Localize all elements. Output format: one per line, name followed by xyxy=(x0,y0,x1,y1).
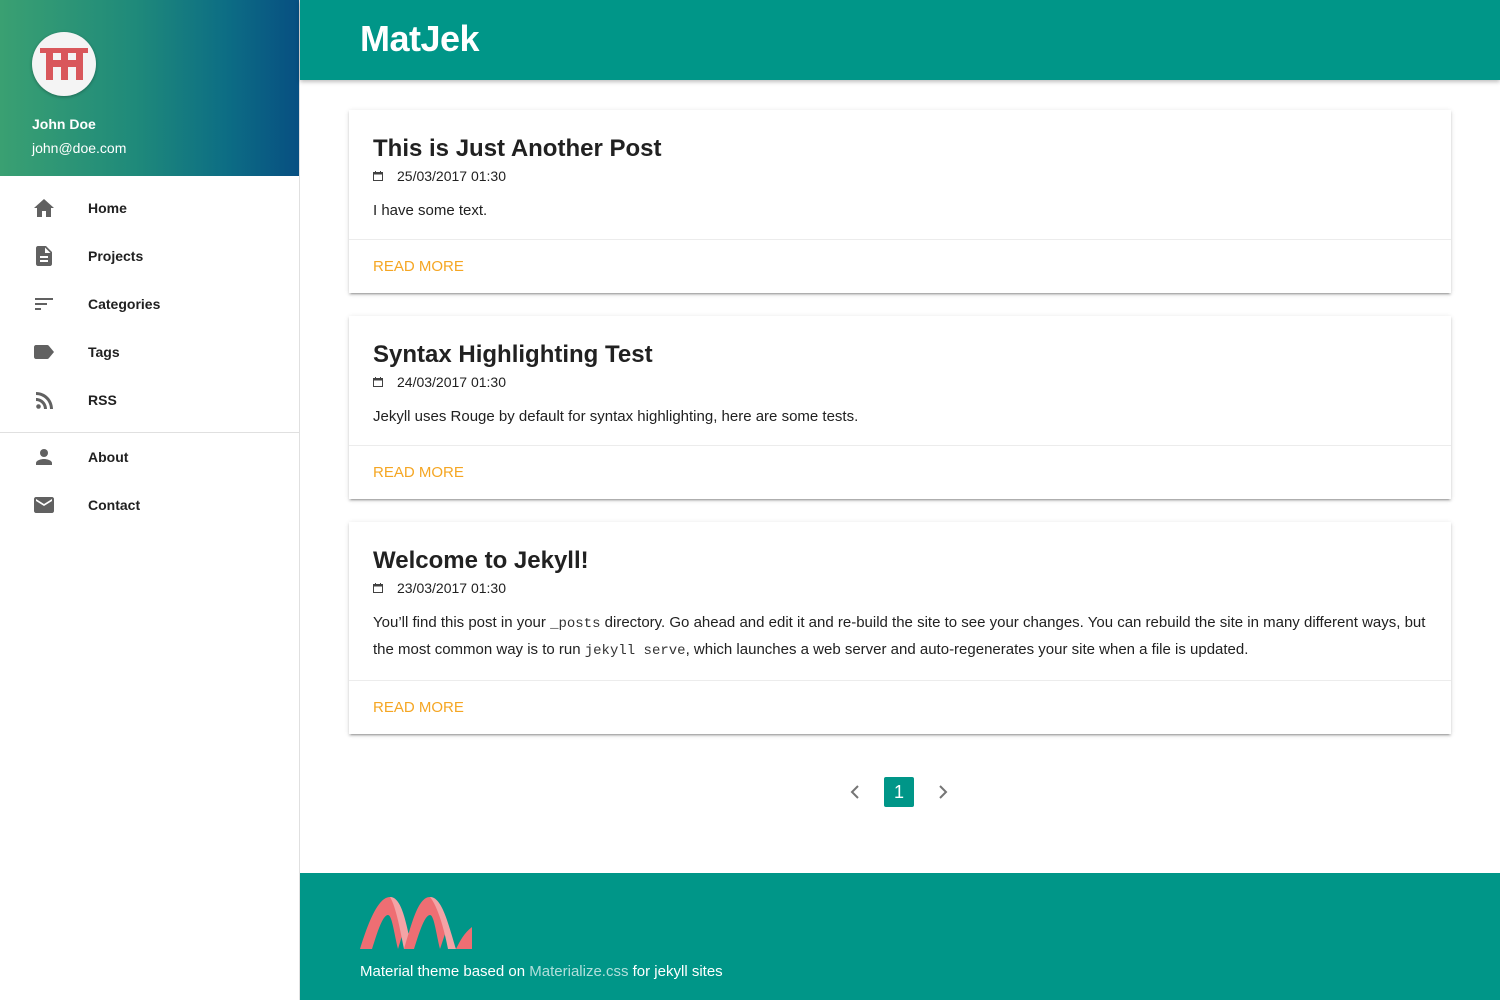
user-email[interactable]: john@doe.com xyxy=(32,140,126,156)
inline-code: jekyll serve xyxy=(584,643,686,659)
post-date: 25/03/2017 01:30 xyxy=(397,168,506,184)
post-date-row: 24/03/2017 01:30 xyxy=(373,374,1427,390)
sidebar-item-label: RSS xyxy=(88,392,117,408)
sidebar-item-projects[interactable]: Projects xyxy=(0,232,299,280)
top-app-bar: MatJek xyxy=(300,0,1500,80)
post-list: This is Just Another Post 25/03/2017 01:… xyxy=(349,110,1451,757)
inline-code: _posts xyxy=(550,616,601,632)
excerpt-text: You’ll find this post in your xyxy=(373,614,551,631)
home-icon xyxy=(32,196,56,220)
user-name: John Doe xyxy=(32,116,96,132)
card-action: READ MORE xyxy=(349,239,1451,293)
avatar-logo-icon xyxy=(40,48,88,80)
read-more-link[interactable]: READ MORE xyxy=(373,699,464,716)
card-action: READ MORE xyxy=(349,680,1451,734)
sidebar-item-categories[interactable]: Categories xyxy=(0,280,299,328)
post-date-row: 23/03/2017 01:30 xyxy=(373,580,1427,596)
sidebar-item-label: About xyxy=(88,449,129,465)
page-number-current[interactable]: 1 xyxy=(884,777,914,807)
rss-icon xyxy=(32,388,56,412)
materialize-link[interactable]: Materialize.css xyxy=(529,963,628,980)
document-icon xyxy=(32,244,56,268)
tag-icon xyxy=(32,340,56,364)
post-excerpt: Jekyll uses Rouge by default for syntax … xyxy=(373,408,859,425)
post-card: This is Just Another Post 25/03/2017 01:… xyxy=(349,110,1451,293)
post-date: 23/03/2017 01:30 xyxy=(397,580,506,596)
footer-text: Material theme based on Materialize.css … xyxy=(360,963,723,980)
footer-text-before: Material theme based on xyxy=(360,963,530,980)
sidebar-item-home[interactable]: Home xyxy=(0,184,299,232)
sidebar: John Doe john@doe.com Home Projects Cate… xyxy=(0,0,300,1000)
sidebar-item-label: Home xyxy=(88,200,127,216)
user-view: John Doe john@doe.com xyxy=(0,0,299,176)
read-more-link[interactable]: READ MORE xyxy=(373,464,464,481)
card-content: Syntax Highlighting Test 24/03/2017 01:3… xyxy=(349,316,1451,445)
calendar-icon xyxy=(373,171,383,181)
pagination: 1 xyxy=(840,777,958,807)
chevron-right-icon[interactable] xyxy=(928,777,958,807)
footer: Material theme based on Materialize.css … xyxy=(300,873,1500,1000)
card-content: Welcome to Jekyll! 23/03/2017 01:30 You’… xyxy=(349,522,1451,680)
footer-text-after: for jekyll sites xyxy=(628,963,723,980)
post-excerpt: You’ll find this post in your _posts dir… xyxy=(373,610,1427,664)
sidebar-item-label: Projects xyxy=(88,248,144,264)
excerpt-text: , which launches a web server and auto-r… xyxy=(685,641,1249,658)
post-date: 24/03/2017 01:30 xyxy=(397,374,506,390)
sidebar-item-tags[interactable]: Tags xyxy=(0,328,299,376)
sort-icon xyxy=(32,292,56,316)
sidebar-item-label: Tags xyxy=(88,344,120,360)
post-title[interactable]: This is Just Another Post xyxy=(373,134,1427,164)
materialize-logo-icon xyxy=(360,893,472,956)
person-icon xyxy=(32,445,56,469)
sidebar-item-contact[interactable]: Contact xyxy=(0,481,299,529)
sidebar-item-about[interactable]: About xyxy=(0,433,299,481)
post-excerpt: I have some text. xyxy=(373,202,488,219)
card-action: READ MORE xyxy=(349,445,1451,499)
sidebar-item-label: Categories xyxy=(88,296,161,312)
chevron-left-icon[interactable] xyxy=(840,777,870,807)
calendar-icon xyxy=(373,377,383,387)
sidebar-nav-secondary: About Contact xyxy=(0,433,299,529)
avatar[interactable] xyxy=(32,32,96,96)
calendar-icon xyxy=(373,583,383,593)
mail-icon xyxy=(32,493,56,517)
post-date-row: 25/03/2017 01:30 xyxy=(373,168,1427,184)
site-title[interactable]: MatJek xyxy=(360,18,480,60)
sidebar-nav: Home Projects Categories Tags RSS xyxy=(0,176,299,424)
sidebar-item-label: Contact xyxy=(88,497,141,513)
post-card: Welcome to Jekyll! 23/03/2017 01:30 You’… xyxy=(349,522,1451,734)
post-card: Syntax Highlighting Test 24/03/2017 01:3… xyxy=(349,316,1451,499)
card-content: This is Just Another Post 25/03/2017 01:… xyxy=(349,110,1451,239)
read-more-link[interactable]: READ MORE xyxy=(373,258,464,275)
post-title[interactable]: Welcome to Jekyll! xyxy=(373,546,1427,576)
sidebar-item-rss[interactable]: RSS xyxy=(0,376,299,424)
post-title[interactable]: Syntax Highlighting Test xyxy=(373,340,1427,370)
